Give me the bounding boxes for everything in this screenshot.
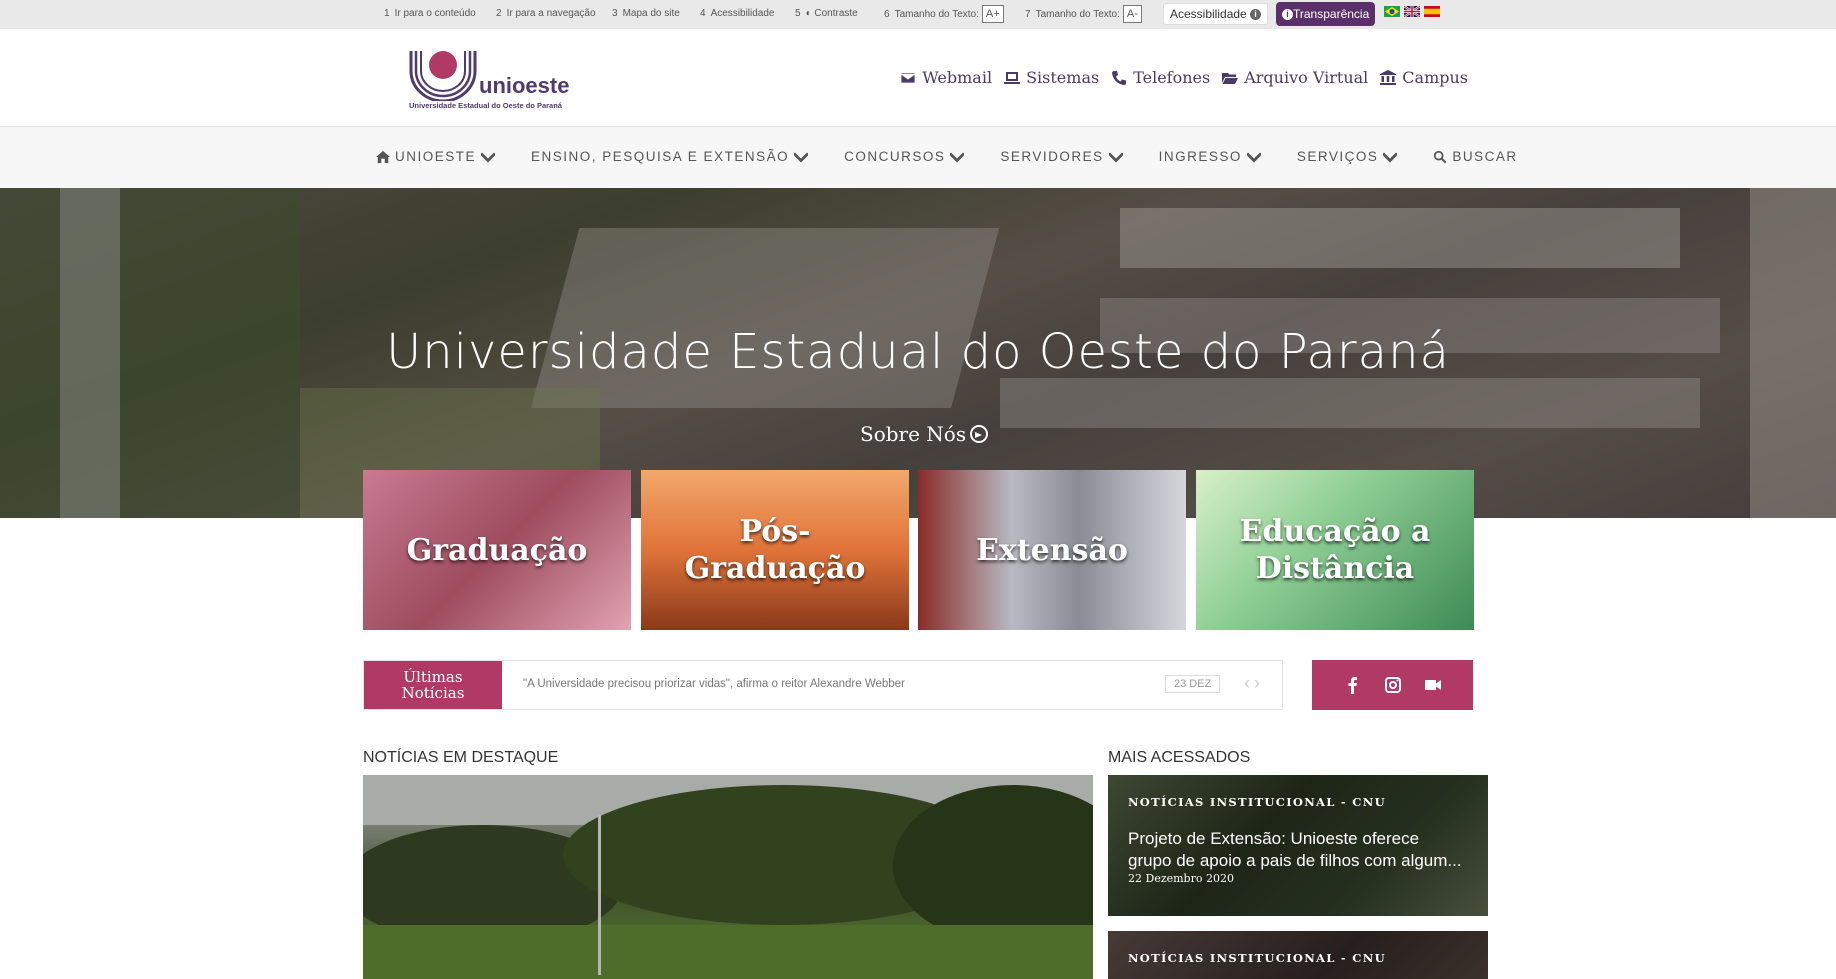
card-title: Graduação [406,532,588,568]
chevron-down-icon [1246,152,1261,162]
ticker-date: 23 DEZ [1165,675,1221,693]
nav-item-ingresso[interactable]: INGRESSO [1159,149,1261,164]
hero-title: Universidade Estadual do Oeste do Paraná [386,324,1450,380]
telefones-link[interactable]: Telefones [1111,68,1210,87]
site-header: unioeste Universidade Estadual do Oeste … [0,29,1836,127]
logo-subtitle: Universidade Estadual do Oeste do Paraná [409,101,562,110]
font-increase-button[interactable]: A+ [981,5,1004,23]
sistemas-link[interactable]: Sistemas [1004,68,1099,87]
chevron-down-icon [481,152,496,162]
laptop-icon [1004,71,1021,84]
logo-mark-icon [409,51,477,101]
pos-graduacao-card[interactable]: Pós- Graduação [641,470,909,630]
article-category: NOTÍCIAS INSTITUCIONAL - CNU [1128,951,1386,965]
most-accessed-item[interactable]: NOTÍCIAS INSTITUCIONAL - CNU Projeto de … [1108,775,1488,916]
unioeste-logo[interactable]: unioeste Universidade Estadual do Oeste … [409,49,579,111]
extensao-card[interactable]: Extensão [918,470,1186,630]
featured-photo [363,775,1093,979]
card-title: Pós- Graduação [684,514,866,586]
hero-banner: Universidade Estadual do Oeste do Paraná… [0,188,1836,518]
phone-icon [1112,70,1127,85]
header-links: Webmail Sistemas Telefones Arquivo Virtu… [900,68,1468,87]
transparency-button[interactable]: i Transparência [1276,2,1376,26]
chevron-down-icon [1108,152,1123,162]
campus-link[interactable]: Campus [1380,68,1468,87]
most-accessed-item[interactable]: NOTÍCIAS INSTITUCIONAL - CNU [1108,931,1488,979]
nav-item-servidores[interactable]: SERVIDORES [1000,149,1123,164]
ticker-label: Últimas Notícias [364,661,502,709]
info-icon: i [1250,9,1262,21]
font-decrease-button[interactable]: A- [1122,5,1142,23]
text-size-decrease[interactable]: 7 Tamanho do Texto: A- [1025,5,1142,23]
main-navigation: UNIOESTE ENSINO, PESQUISA E EXTENSÃO CON… [0,127,1836,188]
contrast-icon: ◐ [805,8,812,19]
graduacao-card[interactable]: Graduação [363,470,631,630]
nav-item-unioeste[interactable]: UNIOESTE [376,149,496,164]
ticker-nav: ‹› [1244,673,1264,694]
webmail-link[interactable]: Webmail [900,68,992,87]
sitemap-link[interactable]: 3 Mapa do site [612,8,680,19]
home-icon [376,150,390,163]
nav-item-buscar[interactable]: BUSCAR [1433,149,1517,164]
folder-open-icon [1222,72,1239,84]
arrow-circle-right-icon [970,425,989,443]
institution-icon [1380,69,1397,85]
chevron-left-icon[interactable]: ‹ [1244,673,1254,693]
facebook-icon[interactable] [1344,676,1362,694]
logo-wordmark: unioeste [479,73,570,98]
educacao-distancia-card[interactable]: Educação a Distância [1196,470,1474,630]
instagram-icon[interactable] [1384,676,1402,694]
social-links [1312,660,1473,710]
chevron-down-icon [1383,152,1398,162]
accessibility-link[interactable]: 4 Acessibilidade [700,8,775,19]
nav-item-concursos[interactable]: CONCURSOS [844,149,965,164]
skip-to-navigation-link[interactable]: 2 Ir para a navegação [496,8,596,19]
chevron-down-icon [794,152,809,162]
featured-news-image[interactable] [363,775,1093,979]
article-date: 22 Dezembro 2020 [1128,872,1234,885]
text-size-increase[interactable]: 6 Tamanho do Texto: A+ [884,5,1004,23]
video-camera-icon[interactable] [1424,676,1442,694]
ticker-headline[interactable]: "A Universidade precisou priorizar vidas… [523,678,905,690]
envelope-icon [900,72,916,83]
article-category: NOTÍCIAS INSTITUCIONAL - CNU [1128,795,1386,809]
info-icon: i [1282,9,1293,21]
search-icon [1434,150,1447,163]
featured-news-title: NOTÍCIAS EM DESTAQUE [363,749,559,766]
uk-flag-icon[interactable] [1404,6,1420,17]
skip-to-content-link[interactable]: 1 Ir para o conteúdo [384,8,476,19]
about-us-link[interactable]: Sobre Nós [860,422,989,446]
nav-item-servicos[interactable]: SERVIÇOS [1297,149,1398,164]
accessibility-bar: 1 Ir para o conteúdo 2 Ir para a navegação… [0,0,1836,29]
arquivo-virtual-link[interactable]: Arquivo Virtual [1222,68,1368,87]
chevron-right-icon[interactable]: › [1254,673,1264,693]
contrast-link[interactable]: 5 ◐ Contraste [795,8,858,19]
chevron-down-icon [950,152,965,162]
most-accessed-title: MAIS ACESSADOS [1108,749,1251,766]
brazil-flag-icon[interactable] [1384,6,1400,17]
card-title: Extensão [976,532,1128,568]
nav-item-ensino[interactable]: ENSINO, PESQUISA E EXTENSÃO [531,149,809,164]
article-headline: Projeto de Extensão: Unioeste oferece gru… [1128,829,1462,870]
accessibility-button[interactable]: Acessibilidade i [1163,3,1269,25]
news-ticker: Últimas Notícias "A Universidade precisou… [363,660,1283,710]
spain-flag-icon[interactable] [1424,6,1440,17]
card-title: Educação a Distância [1239,514,1431,586]
